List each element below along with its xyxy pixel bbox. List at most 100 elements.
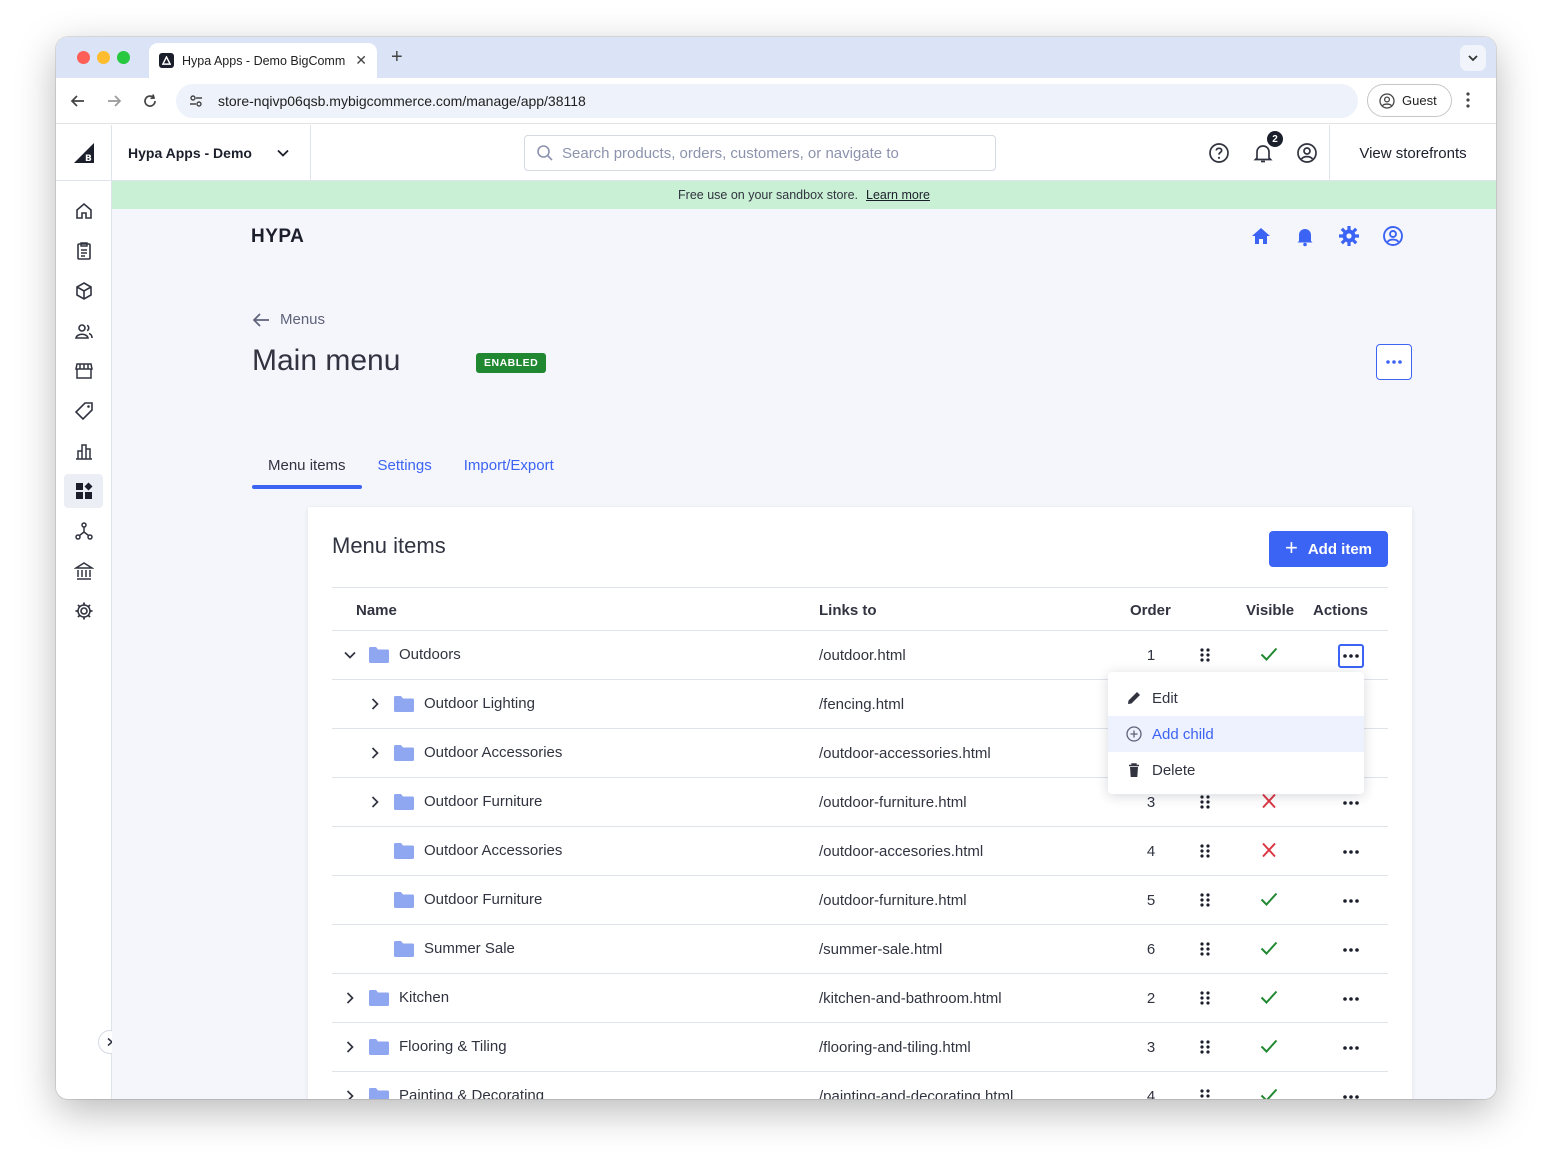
sandbox-banner: Free use on your sandbox store. Learn mo… — [112, 181, 1496, 209]
row-name: Kitchen — [399, 989, 450, 1006]
reload-button[interactable] — [140, 91, 160, 111]
chevron-down-icon[interactable] — [343, 648, 357, 662]
row-actions-button[interactable] — [1338, 889, 1364, 913]
global-search-input[interactable]: Search products, orders, customers, or n… — [524, 135, 996, 171]
row-actions-button[interactable] — [1338, 938, 1364, 962]
profile-button[interactable]: Guest — [1367, 84, 1452, 117]
chevron-right-icon[interactable] — [368, 795, 382, 809]
row-actions-button[interactable] — [1338, 791, 1364, 815]
table-row[interactable]: Outdoor Accessories/outdoor-accesories.h… — [332, 827, 1388, 876]
back-to-menus-link[interactable]: Menus — [252, 311, 325, 328]
home-icon[interactable] — [72, 199, 96, 223]
new-tab-button[interactable]: + — [391, 46, 403, 69]
plus-circle-icon — [1126, 726, 1142, 742]
marketing-tag-icon[interactable] — [72, 399, 96, 423]
products-icon[interactable] — [72, 279, 96, 303]
row-link: /flooring-and-tiling.html — [819, 1039, 971, 1056]
column-header-order: Order — [1130, 602, 1171, 619]
apps-icon[interactable] — [64, 474, 103, 508]
tab-close-icon[interactable]: ✕ — [355, 52, 367, 69]
maximize-window-button[interactable] — [117, 51, 130, 64]
folder-icon — [369, 647, 389, 663]
profile-icon — [1379, 92, 1395, 109]
help-icon[interactable] — [1208, 142, 1230, 164]
chevron-right-icon[interactable] — [343, 991, 357, 1005]
drag-handle-icon[interactable] — [1200, 893, 1210, 907]
menu-items-table: Name Links to Order Visible Actions Outd… — [332, 587, 1388, 1099]
app-account-icon[interactable] — [1382, 225, 1406, 249]
storefront-icon[interactable] — [72, 359, 96, 383]
drag-handle-icon[interactable] — [1200, 1089, 1210, 1099]
chevron-right-icon[interactable] — [368, 746, 382, 760]
row-actions-button[interactable] — [1338, 840, 1364, 864]
forward-button[interactable] — [104, 91, 124, 111]
chevron-right-icon[interactable] — [343, 1040, 357, 1054]
drag-handle-icon[interactable] — [1200, 795, 1210, 809]
row-actions-button[interactable] — [1338, 1085, 1364, 1099]
app-settings-icon[interactable] — [1338, 225, 1362, 249]
channels-icon[interactable] — [72, 519, 96, 543]
address-bar[interactable]: store-nqivp06qsb.mybigcommerce.com/manag… — [176, 84, 1358, 118]
back-label: Menus — [280, 311, 326, 328]
customers-icon[interactable] — [72, 319, 96, 343]
view-storefronts-button[interactable]: View storefronts — [1329, 125, 1496, 181]
visible-check-icon — [1260, 941, 1278, 955]
drag-handle-icon[interactable] — [1200, 844, 1210, 858]
row-order: 2 — [1146, 990, 1156, 1007]
search-icon — [537, 145, 553, 161]
bigcommerce-logo[interactable]: B — [56, 125, 112, 181]
add-item-button[interactable]: + Add item — [1269, 531, 1388, 567]
chevron-right-icon[interactable] — [368, 697, 382, 711]
table-row[interactable]: Flooring & Tiling/flooring-and-tiling.ht… — [332, 1023, 1388, 1072]
browser-menu-button[interactable] — [1466, 92, 1470, 113]
row-name: Outdoors — [399, 646, 461, 663]
orders-icon[interactable] — [72, 239, 96, 263]
bc-sidebar-nav — [56, 181, 122, 1099]
site-settings-icon[interactable] — [188, 93, 204, 109]
row-order: 6 — [1146, 941, 1156, 958]
close-window-button[interactable] — [77, 51, 90, 64]
row-actions-dropdown: Edit Add child Delete — [1108, 672, 1364, 794]
table-row[interactable]: Kitchen/kitchen-and-bathroom.html 2 — [332, 974, 1388, 1023]
chevron-right-icon[interactable] — [343, 1089, 357, 1099]
table-row[interactable]: Outdoor Furniture/outdoor-furniture.html… — [332, 876, 1388, 925]
tab-import-export[interactable]: Import/Export — [448, 457, 570, 487]
row-actions-button[interactable] — [1338, 1036, 1364, 1060]
learn-more-link[interactable]: Learn more — [866, 188, 930, 202]
tab-search-button[interactable] — [1460, 45, 1486, 71]
app-home-icon[interactable] — [1250, 225, 1274, 249]
panel-title: Menu items — [332, 533, 446, 558]
app-bell-icon[interactable] — [1294, 225, 1318, 249]
arrow-left-icon — [70, 95, 84, 107]
row-order: 1 — [1146, 647, 1156, 664]
back-button[interactable] — [68, 91, 88, 111]
browser-tab-active[interactable]: Hypa Apps - Demo BigComm ✕ — [149, 43, 377, 78]
hypa-logo[interactable]: HYPA — [251, 226, 304, 248]
finance-icon[interactable] — [72, 559, 96, 583]
table-row[interactable]: Summer Sale/summer-sale.html 6 — [332, 925, 1388, 974]
drag-handle-icon[interactable] — [1200, 648, 1210, 662]
menu-item-edit[interactable]: Edit — [1108, 680, 1364, 716]
browser-toolbar: store-nqivp06qsb.mybigcommerce.com/manag… — [56, 78, 1496, 124]
menu-item-delete[interactable]: Delete — [1108, 752, 1364, 788]
account-icon[interactable] — [1296, 142, 1318, 164]
sandbox-banner-text: Free use on your sandbox store. — [678, 188, 859, 202]
folder-icon — [394, 892, 414, 908]
row-actions-button[interactable] — [1338, 644, 1364, 668]
row-actions-button[interactable] — [1338, 987, 1364, 1011]
table-row[interactable]: Painting & Decorating/painting-and-decor… — [332, 1072, 1388, 1099]
settings-gear-icon[interactable] — [72, 599, 96, 623]
analytics-icon[interactable] — [72, 439, 96, 463]
page-title: Main menu — [252, 344, 401, 377]
tab-menu-items[interactable]: Menu items — [252, 457, 362, 489]
menu-item-add-child[interactable]: Add child — [1108, 716, 1364, 752]
row-order: 5 — [1146, 892, 1156, 909]
store-selector[interactable]: Hypa Apps - Demo — [112, 125, 311, 181]
tab-settings[interactable]: Settings — [362, 457, 448, 487]
drag-handle-icon[interactable] — [1200, 942, 1210, 956]
page-more-actions-button[interactable] — [1376, 344, 1412, 380]
minimize-window-button[interactable] — [97, 51, 110, 64]
pencil-icon — [1128, 692, 1140, 704]
drag-handle-icon[interactable] — [1200, 991, 1210, 1005]
drag-handle-icon[interactable] — [1200, 1040, 1210, 1054]
